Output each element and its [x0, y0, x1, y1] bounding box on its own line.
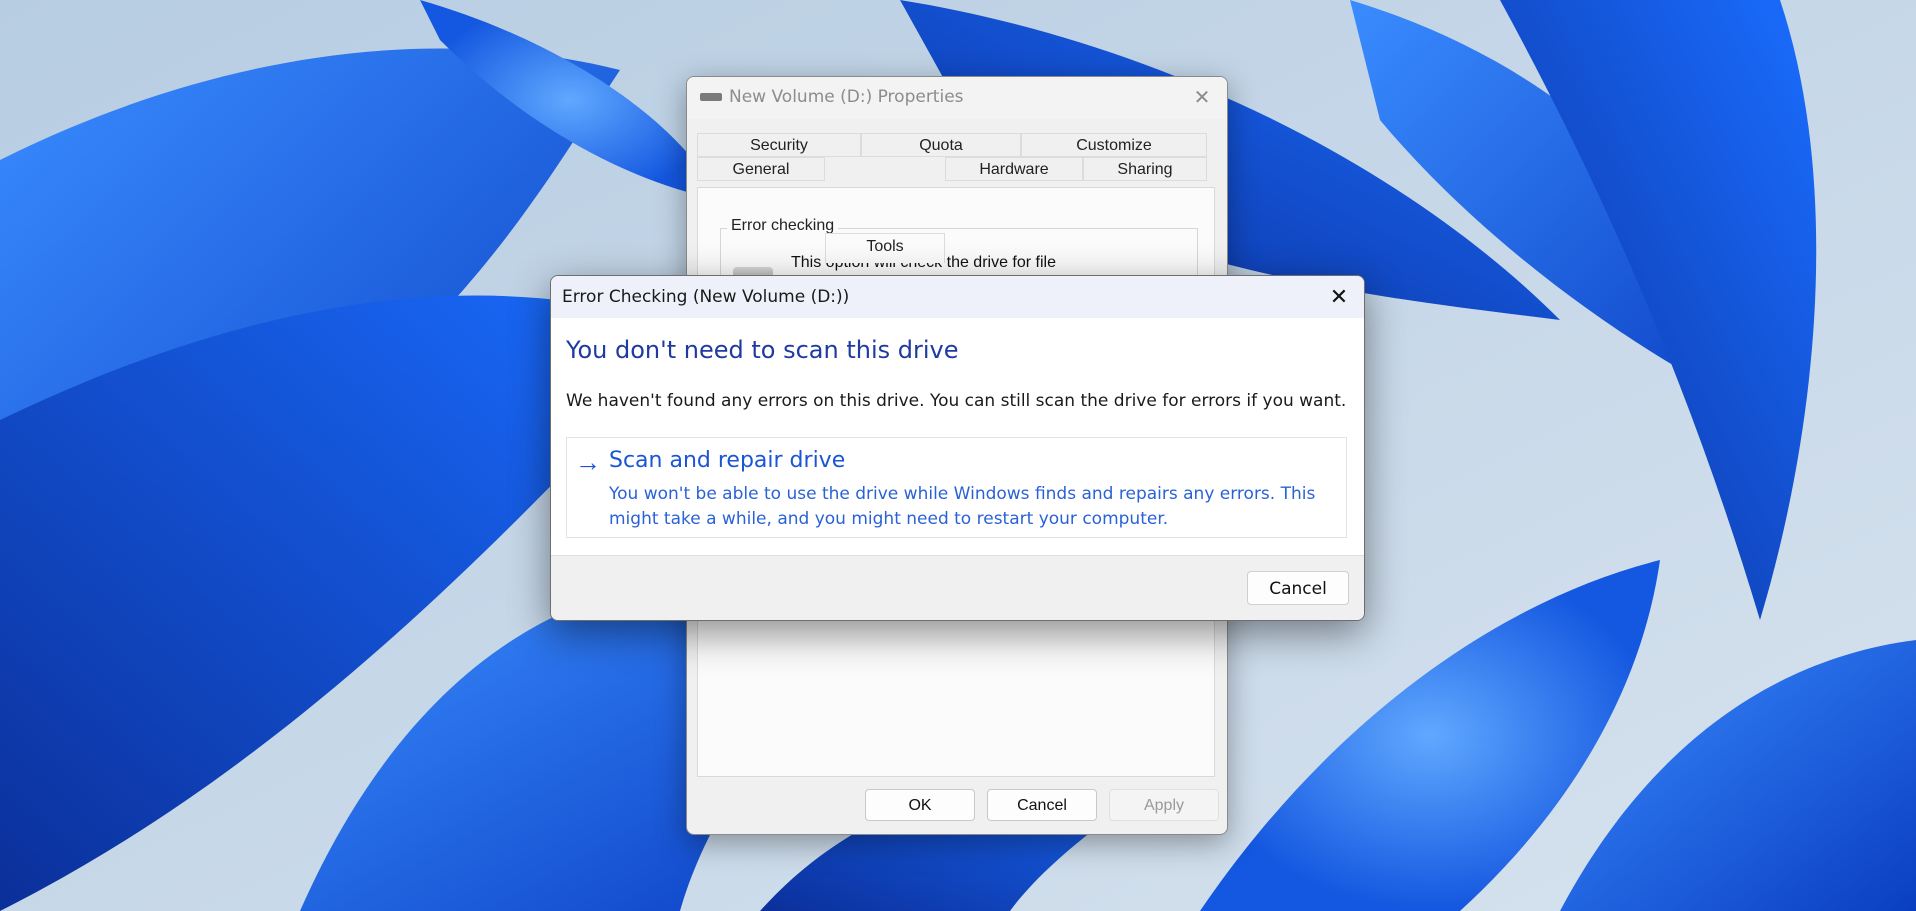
dialog-titlebar[interactable]: Error Checking (New Volume (D:)) ✕	[551, 276, 1364, 318]
tab-customize[interactable]: Customize	[1021, 133, 1207, 157]
error-checking-dialog: Error Checking (New Volume (D:)) ✕ You d…	[550, 275, 1365, 621]
tab-tools[interactable]: Tools	[825, 233, 945, 263]
ok-button[interactable]: OK	[865, 789, 975, 821]
dialog-footer: Cancel	[551, 555, 1364, 621]
scan-and-repair-title: Scan and repair drive	[609, 448, 845, 473]
dialog-heading: You don't need to scan this drive	[566, 336, 959, 364]
arrow-right-icon: →	[575, 448, 601, 476]
tab-general[interactable]: General	[697, 157, 825, 181]
properties-titlebar[interactable]: New Volume (D:) Properties ✕	[687, 77, 1227, 119]
scan-and-repair-description: You won't be able to use the drive while…	[609, 482, 1334, 532]
apply-button[interactable]: Apply	[1109, 789, 1219, 821]
drive-icon	[700, 93, 722, 101]
tab-quota[interactable]: Quota	[861, 133, 1021, 157]
properties-window-title: New Volume (D:) Properties	[729, 87, 964, 107]
close-icon[interactable]: ✕	[1322, 280, 1356, 314]
tab-hardware[interactable]: Hardware	[945, 157, 1083, 181]
dialog-message: We haven't found any errors on this driv…	[566, 391, 1346, 411]
tab-security[interactable]: Security	[697, 133, 861, 157]
properties-cancel-button[interactable]: Cancel	[987, 789, 1097, 821]
error-checking-legend: Error checking	[727, 217, 838, 235]
tab-sharing[interactable]: Sharing	[1083, 157, 1207, 181]
close-icon[interactable]: ✕	[1187, 83, 1217, 113]
dialog-cancel-button[interactable]: Cancel	[1247, 571, 1349, 605]
scan-and-repair-command-link[interactable]: → Scan and repair drive You won't be abl…	[566, 437, 1347, 538]
dialog-title: Error Checking (New Volume (D:))	[562, 287, 849, 307]
